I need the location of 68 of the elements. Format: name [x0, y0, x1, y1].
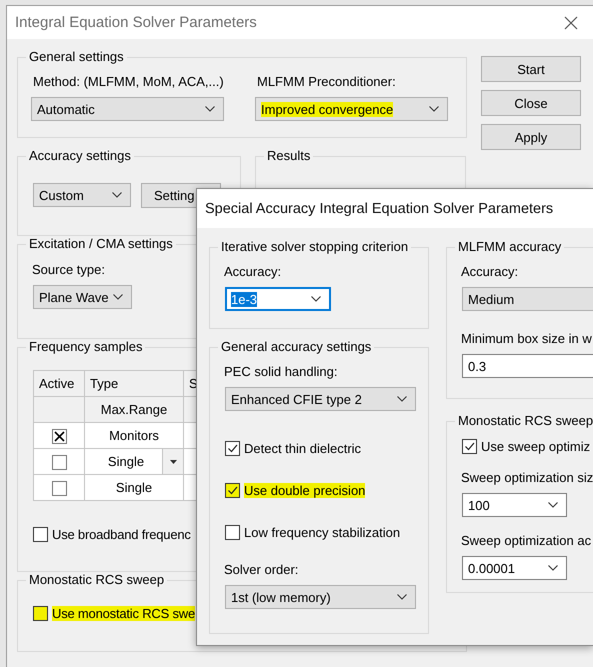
dropdown[interactable]: 0.00001 [462, 556, 567, 580]
close-icon[interactable] [564, 16, 578, 30]
field-label: Sweep optimization siz [461, 470, 593, 486]
chevron-icon [113, 294, 123, 300]
field-label: Source type: [32, 262, 105, 278]
chevron-icon [205, 106, 215, 112]
checkbox[interactable] [225, 525, 240, 540]
field-label: Method: (MLFMM, MoM, ACA,...) [33, 74, 224, 90]
group-title: Accuracy settings [28, 148, 132, 164]
checkbox-label[interactable]: Use double precision [244, 483, 366, 498]
checkbox[interactable] [225, 441, 240, 456]
dropdown[interactable]: Improved convergence [255, 97, 448, 121]
dropdown[interactable]: Medium [462, 287, 593, 311]
dialog-button[interactable]: Start [481, 56, 581, 82]
field-label: Accuracy: [461, 264, 518, 280]
column-header: Type [84, 370, 184, 396]
checkbox[interactable] [52, 428, 66, 444]
column-header: Active [34, 370, 84, 396]
input-field[interactable]: 0.3 [462, 354, 593, 378]
group-title: Excitation / CMA settings [28, 236, 174, 252]
table-cell: Single [84, 474, 184, 500]
chevron-icon [311, 296, 321, 302]
checkbox-label[interactable]: Use sweep optimiz [481, 439, 590, 454]
dropdown[interactable]: Plane Wave [33, 285, 132, 309]
group-title: General settings [28, 49, 125, 65]
chevron-icon [548, 502, 558, 508]
dropdown[interactable]: Automatic [31, 97, 224, 121]
group-title: Results [266, 148, 312, 164]
checkbox[interactable] [52, 454, 66, 470]
dialog-button[interactable]: Close [481, 90, 581, 116]
group-title: MLFMM accuracy [457, 239, 562, 255]
chevron-icon [397, 396, 407, 402]
table-cell: Max.Range [84, 396, 184, 422]
dropdown[interactable]: 100 [462, 493, 567, 517]
field-label: MLFMM Preconditioner: [257, 74, 396, 90]
checkbox-label[interactable]: Low frequency stabilization [244, 525, 400, 540]
dropdown[interactable]: 1e-3 [225, 287, 331, 311]
group-title: Frequency samples [28, 339, 144, 355]
checkbox-label[interactable]: Use monostatic RCS swe [52, 606, 195, 621]
checkbox-label[interactable]: Use broadband frequenc [52, 527, 191, 542]
dialog-button[interactable]: Apply [481, 124, 581, 150]
field-label: Solver order: [224, 562, 298, 578]
cell-text: Single [108, 454, 144, 469]
field-label: Minimum box size in w [461, 331, 592, 347]
group-title: Monostatic RCS sweep [28, 572, 166, 588]
chevron-icon [429, 106, 439, 112]
chevron-icon [397, 594, 407, 600]
checkbox-label[interactable]: Detect thin dielectric [244, 441, 362, 456]
chevron-icon [548, 565, 558, 571]
group-title: Iterative solver stopping criterion [220, 239, 410, 255]
window-title: Integral Equation Solver Parameters [15, 14, 257, 31]
field-label: PEC solid handling: [224, 364, 338, 380]
checkbox[interactable] [225, 483, 240, 498]
group-title: General accuracy settings [220, 339, 372, 355]
dropdown[interactable]: Enhanced CFIE type 2 [225, 387, 416, 411]
field-label: Accuracy: [224, 264, 282, 280]
dropdown[interactable]: 1st (low memory) [225, 585, 416, 609]
group-title: Monostatic RCS sweep [457, 413, 593, 429]
checkbox[interactable] [33, 527, 48, 542]
dropdown[interactable]: Custom [33, 183, 131, 207]
field-label: Sweep optimization ac [461, 533, 592, 549]
checkbox[interactable] [33, 606, 48, 621]
checkbox[interactable] [462, 439, 477, 454]
chevron-icon [112, 192, 122, 198]
caret-icon [170, 460, 176, 464]
table-cell: Monitors [84, 422, 184, 448]
checkbox[interactable] [52, 480, 66, 496]
dropdown-button[interactable] [162, 449, 183, 474]
